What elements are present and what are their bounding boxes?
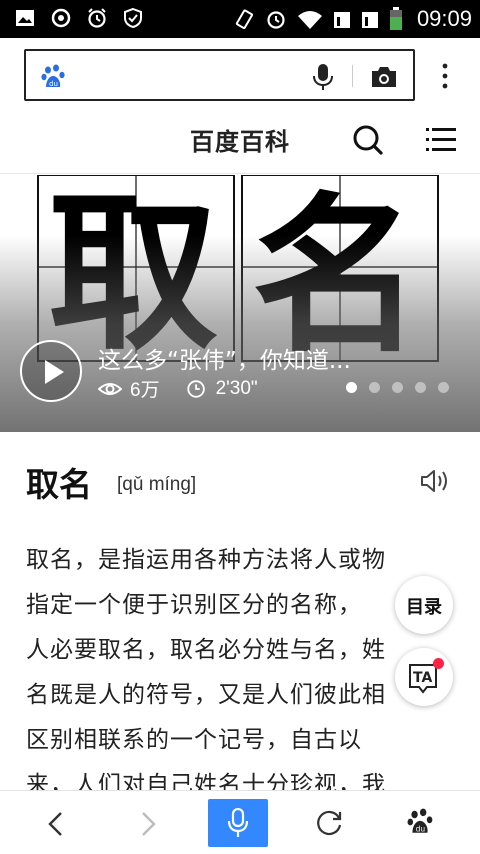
bottom-nav: du [0, 790, 480, 854]
status-left-icons [14, 7, 144, 29]
shield-icon [124, 7, 142, 29]
menu-icon[interactable] [426, 126, 456, 154]
sync-icon [51, 8, 71, 28]
sim2-icon [361, 12, 378, 28]
svg-text:du: du [49, 80, 58, 88]
slide-dot[interactable] [346, 382, 357, 393]
refresh-button[interactable] [300, 791, 360, 854]
video-overlay [0, 235, 480, 432]
slide-dot[interactable] [415, 382, 426, 393]
toc-label: 目录 [406, 597, 442, 618]
search-divider [352, 65, 353, 87]
slide-dot[interactable] [438, 382, 449, 393]
status-bar: 09:09 [0, 0, 480, 38]
eye-icon [98, 382, 122, 395]
video-duration: 2'30" [215, 377, 258, 399]
video-title[interactable]: 这么多“张伟”，你知道... [98, 341, 351, 375]
entry-title: 取名 [26, 465, 92, 504]
video-meta: 6万 2'30" [98, 375, 258, 402]
voice-icon [227, 808, 249, 837]
page-header: 百度百科 [0, 104, 480, 174]
slide-dot[interactable] [392, 382, 403, 393]
camera-icon[interactable] [370, 65, 398, 89]
forward-icon [142, 812, 156, 836]
play-icon [45, 360, 64, 384]
svg-text:TA: TA [413, 670, 432, 686]
video-views: 6万 [130, 380, 160, 401]
baidu-paw-icon: du [41, 64, 65, 88]
voice-button[interactable] [208, 799, 268, 847]
notification-dot [433, 658, 444, 669]
speaker-icon[interactable] [420, 468, 450, 494]
video-player[interactable]: 取 名 这么多“张伟”，你知道... 6万 2'30" [0, 175, 480, 432]
baidu-home-button[interactable]: du [390, 791, 450, 854]
search-input[interactable] [80, 61, 310, 91]
page-title: 百度百科 [190, 128, 290, 156]
search-bar[interactable]: du [24, 49, 415, 101]
vibrate-icon [235, 9, 253, 30]
entry-pinyin: [qǔ míng] [117, 474, 197, 495]
clock-icon [186, 379, 205, 398]
search-icon[interactable] [352, 124, 384, 156]
back-button[interactable] [26, 791, 86, 854]
summary-line: 取名，是指运用各种方法将人或物 [26, 547, 386, 573]
summary-line: 指定一个便于识别区分的名称， [26, 592, 362, 618]
back-icon [48, 812, 62, 836]
more-menu-icon[interactable] [436, 62, 454, 90]
battery-icon [389, 7, 402, 30]
ta-button[interactable]: TA [395, 648, 453, 706]
entry-summary: 取名，是指运用各种方法将人或物 指定一个便于识别区分的名称， 人必要取名，取名必… [26, 538, 446, 790]
summary-line: 区别相联系的一个记号，自古以 [26, 727, 362, 753]
svg-text:du: du [416, 825, 426, 834]
wifi-icon [297, 11, 322, 29]
slide-indicator [346, 382, 449, 393]
status-time: 09:09 [416, 6, 472, 31]
alarm-icon [267, 11, 285, 29]
baidu-paw-icon: du [407, 808, 433, 834]
status-right-icons: 09:09 [233, 6, 472, 32]
toc-button[interactable]: 目录 [395, 576, 453, 634]
summary-line: 来，人们对自己姓名十分珍视，我 [26, 772, 386, 790]
forward-button[interactable] [118, 791, 178, 854]
sim1-icon [333, 12, 350, 28]
alarm-icon [88, 8, 106, 28]
refresh-icon [317, 810, 342, 836]
play-button[interactable] [20, 340, 82, 402]
summary-line: 名既是人的符号，又是人们彼此相 [26, 682, 386, 708]
gallery-icon [16, 10, 34, 26]
slide-dot[interactable] [369, 382, 380, 393]
summary-line: 人必要取名，取名必分姓与名，姓 [26, 637, 386, 663]
mic-icon[interactable] [310, 63, 336, 91]
